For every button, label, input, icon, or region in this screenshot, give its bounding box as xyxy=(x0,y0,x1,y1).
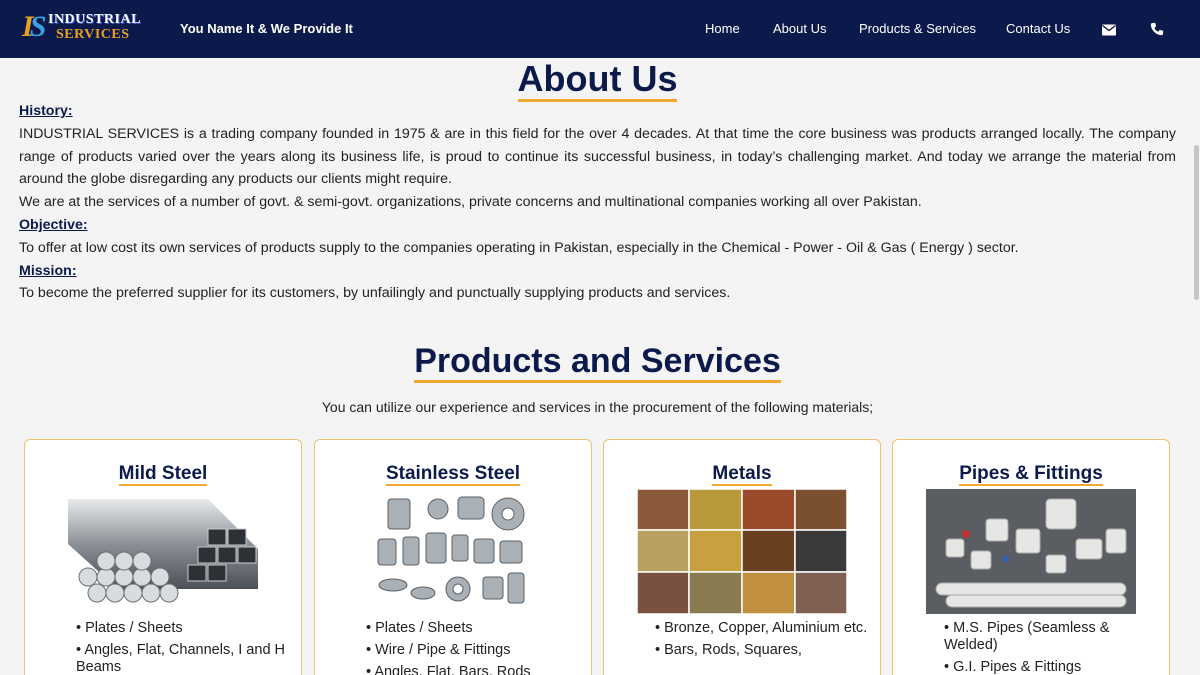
list-item: Wire / Pipe & Fittings xyxy=(366,642,581,659)
list-item: G.I. Pipes & Fittings xyxy=(944,659,1159,675)
history-paragraph-2: We are at the services of a number of go… xyxy=(19,194,922,211)
list-item: Angles, Flat, Channels, I and H Beams xyxy=(76,642,291,675)
phone-icon[interactable] xyxy=(1150,22,1164,36)
nav-about-us[interactable]: About Us xyxy=(773,21,826,36)
list-item: Plates / Sheets xyxy=(76,620,291,637)
list-item: Bars, Rods, Squares, xyxy=(655,642,870,659)
nav-contact-us[interactable]: Contact Us xyxy=(1006,21,1070,36)
nav-home[interactable]: Home xyxy=(705,21,740,36)
list-item: Angles, Flat, Bars, Rods xyxy=(366,664,581,675)
metals-grid-image xyxy=(637,489,847,614)
envelope-icon[interactable] xyxy=(1102,23,1116,37)
card-item-list: Bronze, Copper, Aluminium etc. Bars, Rod… xyxy=(655,620,870,664)
logo-line1: INDUSTRIAL xyxy=(48,12,141,27)
product-card-pipes-fittings[interactable]: Pipes & Fittings M.S. Pipes (Seamless & … xyxy=(892,439,1170,675)
product-card-stainless-steel[interactable]: Stainless Steel Plates / Sheets Wire / P… xyxy=(314,439,592,675)
product-card-metals[interactable]: Metals Bronze, Copper, Aluminium etc. Ba… xyxy=(603,439,881,675)
products-title: Products and Services xyxy=(0,342,1195,383)
card-title[interactable]: Pipes & Fittings xyxy=(893,463,1169,486)
product-card-mild-steel[interactable]: Mild Steel Plates / Sheets Angles, Flat,… xyxy=(24,439,302,675)
card-item-list: M.S. Pipes (Seamless & Welded) G.I. Pipe… xyxy=(944,620,1159,675)
pipes-fittings-image xyxy=(926,489,1136,614)
card-title[interactable]: Stainless Steel xyxy=(315,463,591,486)
objective-text: To offer at low cost its own services of… xyxy=(19,239,1019,256)
tagline: You Name It & We Provide It xyxy=(180,21,353,36)
about-body: History: INDUSTRIAL SERVICES is a tradin… xyxy=(19,100,1176,305)
card-title[interactable]: Mild Steel xyxy=(25,463,301,486)
card-item-list: Plates / Sheets Angles, Flat, Channels, … xyxy=(76,620,291,675)
logo[interactable]: IS INDUSTRIAL SERVICES xyxy=(20,10,154,46)
card-item-list: Plates / Sheets Wire / Pipe & Fittings A… xyxy=(366,620,581,675)
scrollbar-thumb[interactable] xyxy=(1194,145,1199,300)
products-intro: You can utilize our experience and servi… xyxy=(321,399,874,415)
nav-products-services[interactable]: Products & Services xyxy=(859,21,976,36)
stainless-fittings-image xyxy=(377,496,525,604)
list-item: M.S. Pipes (Seamless & Welded) xyxy=(944,620,1159,654)
about-title: About Us xyxy=(0,58,1195,102)
mission-label: Mission: xyxy=(19,262,77,279)
mission-text: To become the preferred supplier for its… xyxy=(19,285,731,302)
card-title[interactable]: Metals xyxy=(604,463,880,486)
history-label: History: xyxy=(19,103,73,119)
mild-steel-image xyxy=(68,499,258,603)
logo-line2: SERVICES xyxy=(56,27,130,42)
objective-label: Objective: xyxy=(19,216,88,233)
history-paragraph: INDUSTRIAL SERVICES is a trading company… xyxy=(19,125,1176,188)
list-item: Bronze, Copper, Aluminium etc. xyxy=(655,620,870,637)
navbar: IS INDUSTRIAL SERVICES You Name It & We … xyxy=(0,0,1200,58)
list-item: Plates / Sheets xyxy=(366,620,581,637)
logo-mark-icon: IS xyxy=(22,10,46,43)
